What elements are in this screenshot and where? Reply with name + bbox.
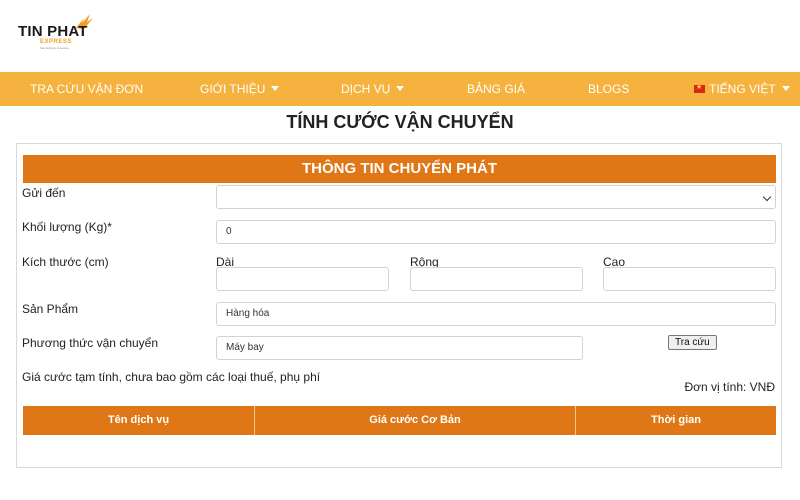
shipping-calculator-panel: THÔNG TIN CHUYỂN PHÁT Gửi đến Khối lượng…	[16, 143, 782, 468]
column-header-service: Tên dịch vụ	[23, 406, 255, 435]
length-input[interactable]	[216, 267, 389, 291]
shipping-method-value: Máy bay	[226, 342, 264, 353]
nav-item-about[interactable]: GIỚI THIỆU	[200, 72, 280, 106]
section-title: THÔNG TIN CHUYỂN PHÁT	[23, 155, 776, 183]
nav-item-label: TRA CỨU VẬN ĐƠN	[30, 82, 144, 96]
brand-tagline: fast delivery & secure	[40, 46, 69, 50]
main-nav: TRA CỨU VẬN ĐƠN GIỚI THIỆU DỊCH VỤ BẢNG …	[0, 72, 800, 106]
lookup-button[interactable]: Tra cứu	[668, 335, 717, 350]
shipping-method-input[interactable]: Máy bay	[216, 336, 583, 360]
weight-value: 0	[226, 226, 232, 237]
column-header-time: Thời gian	[651, 414, 701, 426]
brand-name: TIN PHAT	[18, 23, 88, 40]
brand-logo[interactable]: TIN PHAT EXPRESS fast delivery & secure	[18, 12, 108, 52]
currency-unit: Đơn vị tính: VNĐ	[684, 380, 775, 394]
caret-down-icon	[781, 86, 790, 92]
caret-down-icon	[396, 86, 405, 92]
product-label: Sản Phẩm	[22, 302, 79, 316]
nav-item-pricing[interactable]: BẢNG GIÁ	[467, 72, 525, 106]
destination-select[interactable]	[216, 185, 776, 209]
weight-label: Khối lượng (Kg)*	[22, 220, 112, 234]
nav-item-blogs[interactable]: BLOGS	[588, 72, 629, 106]
results-table-header: Tên dịch vụ Giá cước Cơ Bản Thời gian	[23, 406, 776, 435]
nav-item-tracking[interactable]: TRA CỨU VẬN ĐƠN	[30, 72, 143, 106]
nav-item-services[interactable]: DỊCH VỤ	[341, 72, 405, 106]
column-header-base-price: Giá cước Cơ Bản	[255, 406, 576, 435]
nav-item-label: GIỚI THIỆU	[200, 82, 266, 96]
chevron-down-icon	[762, 192, 772, 202]
nav-item-label: TIẾNG VIỆT	[709, 82, 776, 96]
caret-down-icon	[271, 86, 280, 92]
vietnam-flag-icon	[694, 82, 705, 94]
shipping-method-label: Phương thức vận chuyển	[22, 336, 159, 350]
nav-item-label: BLOGS	[588, 82, 630, 96]
site-header: TIN PHAT EXPRESS fast delivery & secure	[0, 0, 800, 72]
nav-item-language[interactable]: TIẾNG VIỆT	[694, 72, 790, 106]
product-value: Hàng hóa	[226, 308, 270, 319]
height-input[interactable]	[603, 267, 776, 291]
weight-input[interactable]: 0	[216, 220, 776, 244]
brand-sub: EXPRESS	[40, 39, 72, 45]
price-note: Giá cước tạm tính, chưa bao gồm các loại…	[22, 370, 321, 384]
product-input[interactable]: Hàng hóa	[216, 302, 776, 326]
destination-label: Gửi đến	[22, 186, 66, 200]
dimensions-label: Kích thước (cm)	[22, 255, 109, 269]
page-title: TÍNH CƯỚC VẬN CHUYỂN	[286, 112, 514, 132]
nav-item-label: BẢNG GIÁ	[467, 82, 526, 96]
width-input[interactable]	[410, 267, 583, 291]
nav-item-label: DỊCH VỤ	[341, 82, 391, 96]
